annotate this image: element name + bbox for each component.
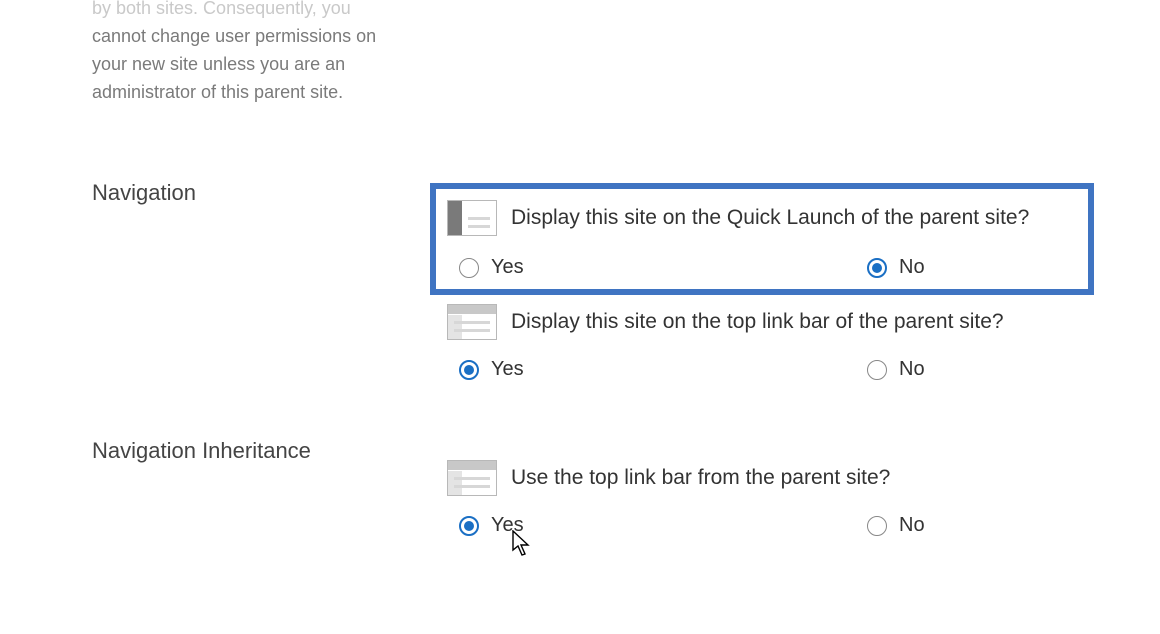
radio-top-link-no-label[interactable]: No bbox=[899, 358, 925, 381]
settings-page: by both sites. Consequently, you cannot … bbox=[0, 0, 1160, 634]
top-link-bar-icon bbox=[447, 304, 497, 340]
section-label-navigation: Navigation bbox=[92, 180, 392, 206]
option-inherit-top-link: Use the top link bar from the parent sit… bbox=[447, 460, 1087, 537]
radio-top-link-yes-label[interactable]: Yes bbox=[491, 358, 524, 381]
radio-quick-launch-yes[interactable] bbox=[459, 258, 479, 278]
quick-launch-icon bbox=[447, 200, 497, 236]
radio-quick-launch-no-label[interactable]: No bbox=[899, 256, 925, 279]
permissions-description-rest: cannot change user permissions on your n… bbox=[92, 26, 376, 102]
option-quick-launch-label: Display this site on the Quick Launch of… bbox=[511, 206, 1029, 230]
radio-quick-launch-yes-label[interactable]: Yes bbox=[491, 256, 524, 279]
option-quick-launch: Display this site on the Quick Launch of… bbox=[447, 200, 1087, 279]
option-top-link-bar-row: Display this site on the top link bar of… bbox=[447, 304, 1087, 340]
radio-top-link-yes[interactable] bbox=[459, 360, 479, 380]
option-top-link-bar-label: Display this site on the top link bar of… bbox=[511, 310, 1004, 334]
radio-inherit-no-label[interactable]: No bbox=[899, 514, 925, 537]
inherit-top-link-icon bbox=[447, 460, 497, 496]
radio-inherit-yes-label[interactable]: Yes bbox=[491, 514, 524, 537]
radio-quick-launch-no[interactable] bbox=[867, 258, 887, 278]
radio-top-link-no[interactable] bbox=[867, 360, 887, 380]
permissions-description: by both sites. Consequently, you cannot … bbox=[92, 0, 392, 106]
radio-inherit-yes[interactable] bbox=[459, 516, 479, 536]
permissions-description-line0: by both sites. Consequently, you bbox=[92, 0, 351, 18]
option-inherit-top-link-label: Use the top link bar from the parent sit… bbox=[511, 466, 890, 490]
option-quick-launch-row: Display this site on the Quick Launch of… bbox=[447, 200, 1087, 236]
radio-inherit-no[interactable] bbox=[867, 516, 887, 536]
option-inherit-top-link-row: Use the top link bar from the parent sit… bbox=[447, 460, 1087, 496]
section-label-inheritance: Navigation Inheritance bbox=[92, 438, 392, 464]
option-top-link-bar: Display this site on the top link bar of… bbox=[447, 304, 1087, 381]
